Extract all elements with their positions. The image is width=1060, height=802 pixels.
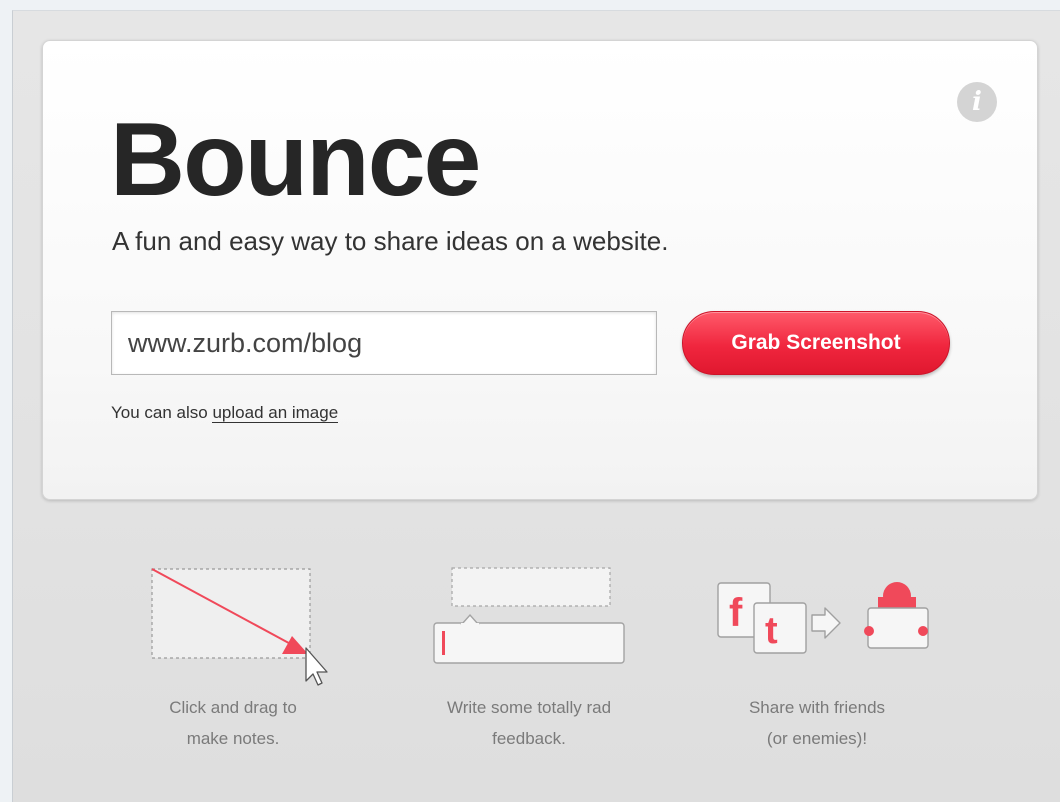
page-title: Bounce [110,102,481,218]
tagline: A fun and easy way to share ideas on a w… [112,226,669,256]
feature-caption-feedback: Write some totally rad feedback. [419,692,639,754]
facebook-icon: f [729,591,743,635]
twitter-icon: t [765,610,778,652]
upload-line: You can also upload an image [111,403,339,423]
upload-prefix: You can also [111,403,208,422]
caption-line: Write some totally rad [446,698,612,717]
feature-caption-share: Share with friends (or enemies)! [707,692,927,754]
url-input[interactable] [111,311,657,375]
caption-line: (or enemies)! [766,729,868,748]
share-friends-icon: f t [717,582,929,654]
feedback-text-icon [433,567,625,664]
caption-line: Click and drag to [169,698,297,717]
feature-caption-drag: Click and drag to make notes. [123,692,343,754]
info-icon[interactable]: i [957,82,997,122]
caption-line: feedback. [492,729,566,748]
drag-note-icon [151,568,328,686]
caption-line: make notes. [186,729,280,748]
upload-image-link[interactable]: upload an image [212,403,339,423]
caption-line: Share with friends [748,698,886,717]
grab-screenshot-button[interactable]: Grab Screenshot [682,311,950,375]
